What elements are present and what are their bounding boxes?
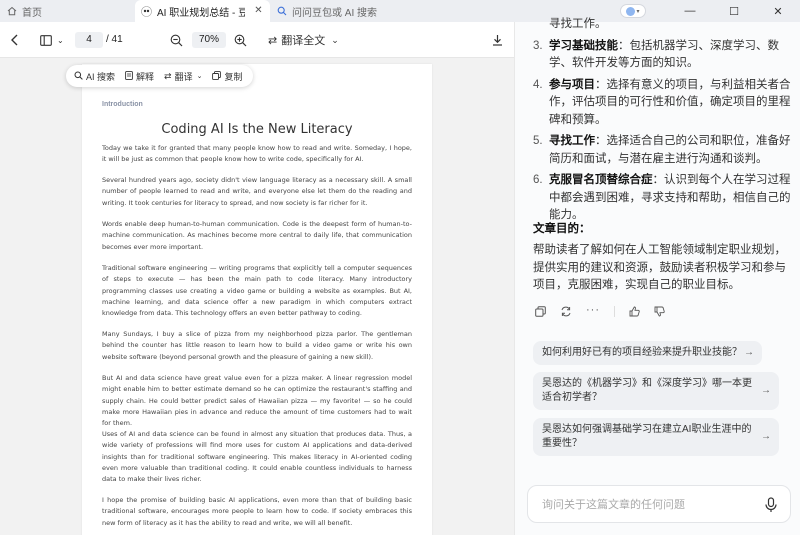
suggested-question[interactable]: 吴恩达的《机器学习》和《深度学习》哪一本更适合初学者？ →: [533, 372, 779, 410]
tab-search[interactable]: 问问豆包或 AI 搜索: [270, 0, 390, 22]
paragraph: Several hundred years ago, society didn'…: [102, 176, 412, 207]
list-item: 4. 参与项目：选择有意义的项目，与利益相关者合作，评估项目的可行性和价值，确定…: [533, 77, 795, 130]
doubao-logo-icon: [141, 5, 152, 17]
close-tab-icon[interactable]: ✕: [253, 5, 264, 16]
list-item: 3. 学习基础技能：包括机器学习、深度学习、数学、软件开发等方面的知识。: [533, 38, 795, 73]
search-icon: [276, 6, 287, 17]
explain-button[interactable]: 解释: [125, 70, 154, 83]
translate-label: 翻译全文: [281, 35, 326, 47]
step-text: 寻找工作。: [549, 18, 607, 30]
paragraph: Many Sundays, I buy a slice of pizza fro…: [102, 330, 412, 361]
regenerate-icon[interactable]: [560, 306, 572, 320]
chat-input-box: [527, 485, 791, 523]
step-number: 5.: [533, 135, 543, 147]
copy-icon: [212, 70, 222, 82]
microphone-icon[interactable]: [764, 497, 778, 513]
pdf-viewer[interactable]: Introduction Coding AI Is the New Litera…: [0, 58, 514, 535]
copy-icon[interactable]: [535, 306, 546, 320]
ai-search-icon: [74, 71, 83, 82]
zoom-in-icon[interactable]: [234, 31, 247, 49]
tab-title: 问问豆包或 AI 搜索: [292, 7, 378, 19]
divider: [614, 306, 615, 317]
list-item: 5. 寻找工作：选择适合自己的公司和职位，准备好简历和面试，与潜在雇主进行沟通和…: [533, 133, 795, 168]
selection-toolbar: AI 搜索 解释 ⇄ 翻译 ⌄ 复制: [66, 65, 253, 87]
copy-button[interactable]: 复制: [212, 70, 242, 83]
paragraph: I hope the promise of building basic AI …: [102, 496, 412, 527]
page-number-input[interactable]: 4: [75, 32, 103, 48]
arrow-right-icon: →: [761, 431, 771, 442]
page-total: / 41: [106, 34, 123, 45]
step-label: 寻找工作: [549, 135, 595, 147]
sidebar-toggle-icon[interactable]: [40, 31, 52, 49]
suggested-question[interactable]: 如何利用好已有的项目经验来提升职业技能？ →: [533, 341, 762, 365]
paragraph: Traditional software engineering — writi…: [102, 264, 412, 318]
more-icon[interactable]: ···: [586, 305, 600, 320]
copy-label: 复制: [224, 71, 243, 82]
ai-search-button[interactable]: AI 搜索: [74, 70, 115, 83]
step-number: 6.: [533, 174, 543, 186]
avatar: [626, 6, 636, 16]
chevron-down-icon[interactable]: ⌄: [57, 31, 64, 49]
ai-search-label: AI 搜索: [86, 71, 116, 82]
paragraph: Words enable deep human-to-human communi…: [102, 220, 412, 251]
step-label: 参与项目: [549, 78, 595, 91]
pdf-toolbar: ⌄ 4 / 41 70% ⇄ 翻译全文 ⌄: [0, 22, 514, 58]
document-icon: [125, 70, 133, 82]
zoom-level[interactable]: 70%: [192, 32, 226, 48]
list-item: 6. 克服冒名顶替综合症：认识到每个人在学习过程中都会遇到困难，寻求支持和帮助，…: [533, 172, 795, 225]
step-number: 3.: [533, 39, 543, 52]
chevron-down-icon: ▾: [636, 8, 640, 15]
translate-icon: ⇄: [268, 34, 278, 47]
section-heading: Introduction: [102, 101, 143, 108]
translate-full-button[interactable]: ⇄ 翻译全文 ⌄: [268, 31, 339, 49]
thumbs-up-icon[interactable]: [629, 306, 640, 320]
ai-chat-panel: 寻找工作。 3. 学习基础技能：包括机器学习、深度学习、数学、软件开发等方面的知…: [514, 18, 800, 535]
step-number: [533, 16, 549, 34]
tab-title: AI 职业规划总结 - 豆包: [157, 7, 245, 19]
goal-heading: 文章目的：: [533, 223, 591, 235]
pdf-page: Introduction Coding AI Is the New Litera…: [82, 64, 432, 535]
back-icon[interactable]: [10, 31, 20, 49]
goal-text: 帮助读者了解如何在人工智能领域制定职业规划，提供实用的建议和资源，鼓励读者积极学…: [533, 244, 786, 291]
arrow-right-icon: →: [761, 385, 771, 396]
message-actions: ···: [535, 305, 665, 320]
thumbs-down-icon[interactable]: [654, 306, 665, 320]
home-icon: [6, 6, 17, 17]
step-label: 克服冒名顶替综合症: [549, 174, 653, 186]
chat-input[interactable]: [542, 496, 742, 514]
step-label: 学习基础技能: [549, 39, 618, 52]
suggested-question[interactable]: 吴恩达如何强调基础学习在建立AI职业生涯中的重要性？ →: [533, 418, 779, 456]
paragraph: Uses of AI and data science can be found…: [102, 430, 412, 484]
step-number: 4.: [533, 78, 543, 91]
suggestion-text: 如何利用好已有的项目经验来提升职业技能？: [542, 347, 742, 358]
tab-home[interactable]: 首页: [0, 0, 135, 22]
document-title: Coding AI Is the New Literacy: [161, 122, 353, 137]
summary-steps: 寻找工作。 3. 学习基础技能：包括机器学习、深度学习、数学、软件开发等方面的知…: [533, 16, 795, 229]
chevron-down-icon: ⌄: [196, 73, 203, 80]
explain-label: 解释: [136, 71, 155, 82]
paragraph: But AI and data science have great value…: [102, 374, 412, 428]
translate-label: 翻译: [174, 71, 193, 82]
translate-button[interactable]: ⇄ 翻译 ⌄: [164, 70, 202, 83]
tab-active-doubao[interactable]: AI 职业规划总结 - 豆包 ✕: [135, 0, 270, 22]
arrow-right-icon: →: [744, 347, 754, 358]
paragraph: Today we take it for granted that many p…: [102, 144, 412, 164]
suggestion-text: 吴恩达如何强调基础学习在建立AI职业生涯中的重要性？: [542, 424, 752, 449]
tab-title: 首页: [22, 7, 42, 19]
download-icon[interactable]: [492, 31, 503, 49]
list-item: 寻找工作。: [533, 16, 795, 34]
zoom-out-icon[interactable]: [170, 31, 183, 49]
translate-icon: ⇄: [164, 70, 172, 81]
chevron-down-icon: ⌄: [331, 34, 339, 45]
suggestion-text: 吴恩达的《机器学习》和《深度学习》哪一本更适合初学者？: [542, 378, 752, 403]
